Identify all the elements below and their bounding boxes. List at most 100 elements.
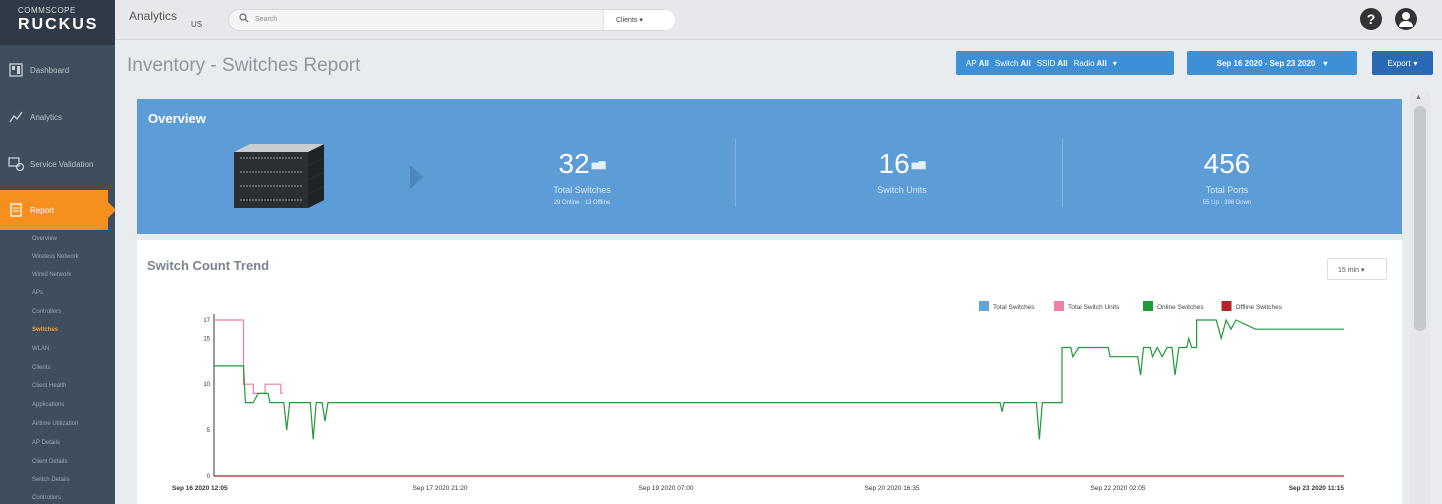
stat-sparkline-icon: ▅▆ [591,159,606,169]
filter-ssid-label: SSID [1036,58,1056,68]
stat-number: 32 [558,148,590,179]
help-icon: ? [1366,11,1376,27]
series-line-online-switches [214,318,1344,440]
chevron-down-icon: ▾ [639,17,643,24]
scrollbar-thumb[interactable] [1414,106,1426,331]
filter-switch-label: Switch [994,58,1019,68]
sub-item-overview[interactable]: Overview [32,236,57,242]
overview-panel: Overview 32 ▅▆ Total Switches 29 Online … [137,99,1402,234]
stat-switch-units: 16 ▅▆ Switch Units [787,149,1017,196]
service-validation-icon [8,156,24,172]
page-title: Inventory - Switches Report [127,55,361,76]
stat-label: Total Switches [553,185,611,195]
switch-stack-image [234,144,324,208]
date-range-label: Sep 16 2020 - Sep 23 2020 [1216,58,1316,68]
date-range-button[interactable]: Sep 16 2020 - Sep 23 2020 ▾ [1187,51,1357,75]
sub-item-switches[interactable]: Switches [32,327,58,333]
user-avatar-button[interactable] [1395,8,1417,30]
sidebar: COMMSCOPE RUCKUS Dashboard Analytics Ser… [0,0,115,504]
x-tick-label: Sep 17 2020 21:20 [413,485,468,492]
sub-item-ap-details[interactable]: AP Details [32,440,60,446]
stat-label: Switch Units [877,185,927,195]
analytics-icon [8,109,24,125]
chevron-right-icon [410,165,423,189]
dashboard-icon [8,62,24,78]
search-input[interactable]: Search [255,16,277,23]
sidebar-item-label: Dashboard [30,65,70,75]
stat-divider [1062,139,1063,207]
stat-value: 16 ▅▆ [787,149,1017,179]
legend-label: Total Switch Units [1068,304,1120,311]
network-filter-button[interactable]: AP All Switch All SSID All Radio All ▾ [956,51,1174,75]
stat-number: 456 [1203,148,1251,179]
y-tick-label: 5 [207,428,211,434]
switch-count-trend-card: Switch Count Trend 15 min ▾ Total Switch… [137,240,1402,504]
stat-value: 32 ▅▆ [467,149,697,179]
sidebar-item-label: Report [30,205,55,215]
filter-radio-value: All [1096,58,1107,68]
y-tick-label: 15 [203,336,210,342]
filter-ap-value: All [978,58,989,68]
stat-total-switches: 32 ▅▆ Total Switches 29 Online · 13 Offli… [467,149,697,207]
y-tick-label: 17 [203,318,210,324]
client-select[interactable]: Clients ▾ [603,10,675,30]
export-button[interactable]: Export ▾ [1372,51,1433,75]
sub-item-wireless-network[interactable]: Wireless Network [32,254,79,260]
sub-item-applications[interactable]: Applications [32,402,64,408]
legend-swatch [1221,301,1232,311]
app-name[interactable]: Analytics [129,9,177,23]
trend-chart[interactable]: Total Switches Total Switch Units Online S… [137,240,1402,504]
chevron-down-icon: ▾ [1112,58,1117,68]
sidebar-item-label: Service Validation [30,159,94,169]
sub-item-client-details[interactable]: Client Details [32,459,67,465]
filter-ap-label: AP [966,58,977,68]
scrollbar[interactable]: ▲ [1410,91,1430,504]
search-icon [239,13,249,26]
x-tick-label: Sep 16 2020 12:05 [172,485,228,492]
overview-title: Overview [148,111,206,126]
stat-sparkline-icon: ▅▆ [911,159,926,169]
scroll-up-icon[interactable]: ▲ [1415,94,1422,101]
legend-label: Offline Switches [1236,304,1283,311]
x-tick-label: Sep 22 2020 02:05 [1091,485,1146,492]
sidebar-item-service-validation[interactable]: Service Validation [0,144,115,184]
legend-label: Total Switches [993,304,1035,311]
sub-item-wired-network[interactable]: Wired Network [32,272,71,278]
sub-item-wlan[interactable]: WLAN [32,346,49,352]
stat-number: 16 [878,148,910,179]
sub-item-client-health[interactable]: Client Health [32,383,66,389]
y-tick-label: 10 [203,382,210,388]
sub-item-controllers-2[interactable]: Controllers [32,495,61,501]
stat-label: Total Ports [1205,185,1249,195]
x-tick-label: Sep 23 2020 11:15 [1289,485,1345,492]
stat-divider [735,139,736,207]
chevron-down-icon: ▾ [1323,58,1328,68]
y-tick-label: 0 [207,474,211,480]
sub-item-airtime-utilization[interactable]: Airtime Utilization [32,421,78,427]
legend-swatch [1054,301,1064,311]
help-button[interactable]: ? [1360,8,1382,30]
filter-radio-label: Radio [1073,58,1095,68]
sidebar-item-label: Analytics [30,112,63,122]
stat-sub: 55 Up · 398 Down [1202,200,1252,206]
chevron-down-icon: ▾ [1413,58,1418,68]
legend-swatch [979,301,989,311]
report-icon [8,202,24,218]
sub-item-aps[interactable]: APs [32,290,43,296]
stat-total-ports: 456 Total Ports 55 Up · 398 Down [1112,148,1342,207]
sidebar-item-report[interactable]: Report [0,190,115,230]
sidebar-item-dashboard[interactable]: Dashboard [0,50,115,90]
top-bar: Analytics US Search Clients ▾ ? [115,0,1442,40]
sub-item-switch-details[interactable]: Switch Details [32,477,70,483]
search-bar[interactable]: Search Clients ▾ [228,9,675,31]
report-content: Overview 32 ▅▆ Total Switches 29 Online … [125,87,1415,504]
brand-name: RUCKUS [18,16,99,33]
brand-logo[interactable]: COMMSCOPE RUCKUS [0,0,115,45]
filter-switch-value: All [1020,58,1031,68]
sub-item-controllers[interactable]: Controllers [32,309,61,315]
legend-label: Online Switches [1157,304,1204,311]
stat-sub: 29 Online · 13 Offline [553,200,611,206]
legend-swatch [1143,301,1153,311]
sidebar-item-analytics[interactable]: Analytics [0,97,115,137]
sub-item-clients[interactable]: Clients [32,365,50,371]
